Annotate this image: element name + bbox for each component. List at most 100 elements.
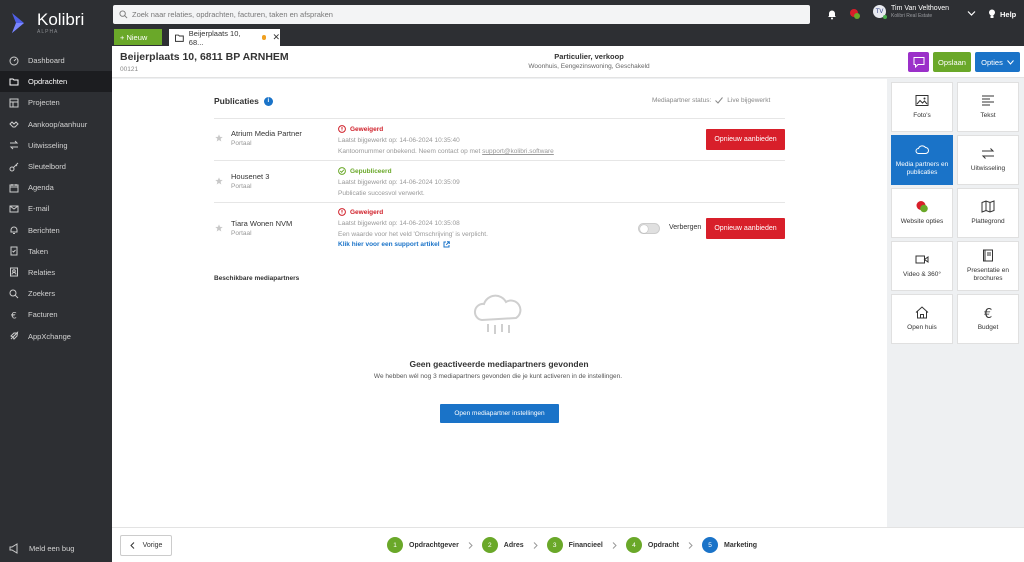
sidebar-item-uitwisseling[interactable]: Uitwisseling: [0, 135, 112, 156]
lightbulb-icon: [989, 9, 995, 18]
chat-button[interactable]: [908, 52, 929, 72]
resubmit-button[interactable]: Opnieuw aanbieden: [706, 218, 785, 239]
tile-label: Open huis: [907, 323, 937, 331]
open-mediapartner-settings-button[interactable]: Open mediapartner instellingen: [440, 404, 559, 423]
status-dots-icon[interactable]: [849, 8, 861, 20]
hide-toggle[interactable]: [638, 223, 660, 234]
tile-text[interactable]: Tekst: [957, 82, 1019, 132]
options-label: Opties: [981, 57, 1003, 67]
tile-label: Presentatie en brochures: [967, 266, 1009, 282]
help-button[interactable]: Help: [988, 9, 1016, 19]
map-icon: [981, 200, 995, 213]
user-menu[interactable]: TV Tim Van Velthoven Kolibri Real Estate: [873, 5, 949, 20]
status-badge: Geweigerd: [338, 125, 383, 133]
sidebar-item-opdrachten[interactable]: Opdrachten: [0, 71, 112, 93]
info-icon[interactable]: i: [263, 96, 273, 106]
tasks-icon: [10, 246, 18, 256]
search-icon: [9, 289, 19, 299]
tile-video[interactable]: Video & 360°: [891, 241, 953, 291]
chevron-right-icon: [612, 541, 617, 549]
status-text: Gepubliceerd: [350, 167, 392, 175]
record-subtype: Woonhuis, Eengezinswoning, Geschakeld: [528, 63, 650, 70]
record-header: Beijerplaats 10, 6811 BP ARNHEM 00121 Pa…: [112, 46, 1024, 78]
new-button[interactable]: + Nieuw: [114, 29, 162, 45]
tile-presentation[interactable]: Presentatie en brochures: [957, 241, 1019, 291]
tab-document[interactable]: Beijerplaats 10, 68... ✕: [169, 29, 280, 47]
search-icon: [119, 10, 128, 19]
close-tab-icon[interactable]: ✕: [272, 32, 280, 43]
tile-exchange[interactable]: Uitwisseling: [957, 135, 1019, 185]
notifications-bell-icon[interactable]: [826, 8, 838, 20]
tile-media-partners[interactable]: Media partners en publicaties: [891, 135, 953, 185]
step-opdrachtgever[interactable]: 1 Opdrachtgever: [387, 537, 459, 553]
partner-name: Housenet 3: [231, 172, 270, 181]
section-panel: Foto's Tekst Media partners en publicati…: [887, 79, 1024, 527]
sidebar-item-label: Zoekers: [28, 289, 56, 299]
tile-floorplan[interactable]: Plattegrond: [957, 188, 1019, 238]
step-financieel[interactable]: 3 Financieel: [546, 537, 603, 553]
resubmit-button[interactable]: Opnieuw aanbieden: [706, 129, 785, 150]
record-code: 00121: [120, 66, 139, 73]
support-article-link[interactable]: Klik hier voor een support artikel: [338, 241, 450, 248]
support-email-link[interactable]: support@kolibri.software: [482, 148, 554, 155]
sidebar-item-label: Relaties: [28, 267, 56, 277]
sidebar-item-label: Facturen: [28, 310, 58, 320]
mediapartner-status: Mediapartner status: Live bijgewerkt: [652, 97, 770, 104]
sidebar-item-label: AppXchange: [28, 331, 71, 341]
tile-open-house[interactable]: Open huis: [891, 294, 953, 344]
save-button[interactable]: Opslaan: [933, 52, 971, 72]
help-label: Help: [1000, 9, 1017, 19]
sidebar-item-projecten[interactable]: Projecten: [0, 92, 112, 113]
chevron-right-icon: [468, 541, 473, 549]
sidebar-item-facturen[interactable]: € Facturen: [0, 304, 112, 325]
publications-title: Publicaties: [214, 96, 259, 106]
tile-photos[interactable]: Foto's: [891, 82, 953, 132]
publication-row: Housenet 3 Portaal Gepubliceerd Laatst b…: [214, 160, 785, 202]
tile-website-options[interactable]: Website opties: [891, 188, 953, 238]
sidebar: Kolibri ALPHA Dashboard Opdrachten Proje…: [0, 0, 112, 562]
logo[interactable]: Kolibri ALPHA: [0, 0, 112, 46]
sidebar-item-berichten[interactable]: Berichten: [0, 220, 112, 241]
sidebar-item-agenda[interactable]: Agenda: [0, 177, 112, 198]
step-number: 4: [625, 537, 642, 553]
chevron-left-icon: [129, 542, 134, 549]
chevron-down-icon[interactable]: [967, 10, 976, 17]
step-adres[interactable]: 2 Adres: [481, 537, 524, 553]
step-number: 3: [546, 537, 563, 553]
global-search-input[interactable]: Zoek naar relaties, opdrachten, facturen…: [113, 5, 810, 24]
star-icon[interactable]: [215, 134, 223, 142]
chat-icon: [913, 57, 924, 68]
step-marketing[interactable]: 5 Marketing: [702, 537, 757, 553]
sidebar-item-dashboard[interactable]: Dashboard: [0, 50, 112, 71]
tab-bar: + Nieuw Beijerplaats 10, 68... ✕: [112, 28, 1024, 47]
sidebar-item-sleutelbord[interactable]: Sleutelbord: [0, 156, 112, 177]
euro-icon: €: [11, 311, 17, 320]
tile-label: Video & 360°: [903, 270, 941, 278]
external-link-icon: [443, 241, 450, 248]
sidebar-item-relaties[interactable]: Relaties: [0, 262, 112, 283]
step-label: Opdrachtgever: [409, 541, 459, 549]
sidebar-item-taken[interactable]: Taken: [0, 241, 112, 262]
sidebar-item-aankoop[interactable]: Aankoop/aanhuur: [0, 114, 112, 135]
message-text: Kantoornummer onbekend. Neem contact op …: [338, 148, 483, 155]
available-partners-heading: Beschikbare mediapartners: [214, 275, 300, 282]
topbar: Zoek naar relaties, opdrachten, facturen…: [112, 0, 1024, 28]
sidebar-item-appxchange[interactable]: AppXchange: [0, 325, 112, 346]
step-opdracht[interactable]: 4 Opdracht: [625, 537, 679, 553]
status-value: Live bijgewerkt: [727, 97, 771, 104]
sidebar-item-zoekers[interactable]: Zoekers: [0, 283, 112, 304]
partner-type: Portaal: [231, 230, 252, 237]
status-text: Geweigerd: [350, 125, 384, 133]
tile-budget[interactable]: € Budget: [957, 294, 1019, 344]
publications-heading: Publicaties i: [214, 96, 273, 106]
previous-button[interactable]: Vorige: [120, 535, 172, 556]
status-text: Geweigerd: [350, 208, 384, 216]
sidebar-item-label: Projecten: [28, 98, 60, 108]
star-icon[interactable]: [215, 224, 223, 232]
options-button[interactable]: Opties: [975, 52, 1020, 72]
check-icon: [715, 97, 724, 104]
star-icon[interactable]: [215, 177, 223, 185]
sidebar-item-email[interactable]: E-mail: [0, 198, 112, 219]
report-bug-button[interactable]: Meld een bug: [9, 543, 74, 554]
svg-text:€: €: [984, 307, 992, 319]
